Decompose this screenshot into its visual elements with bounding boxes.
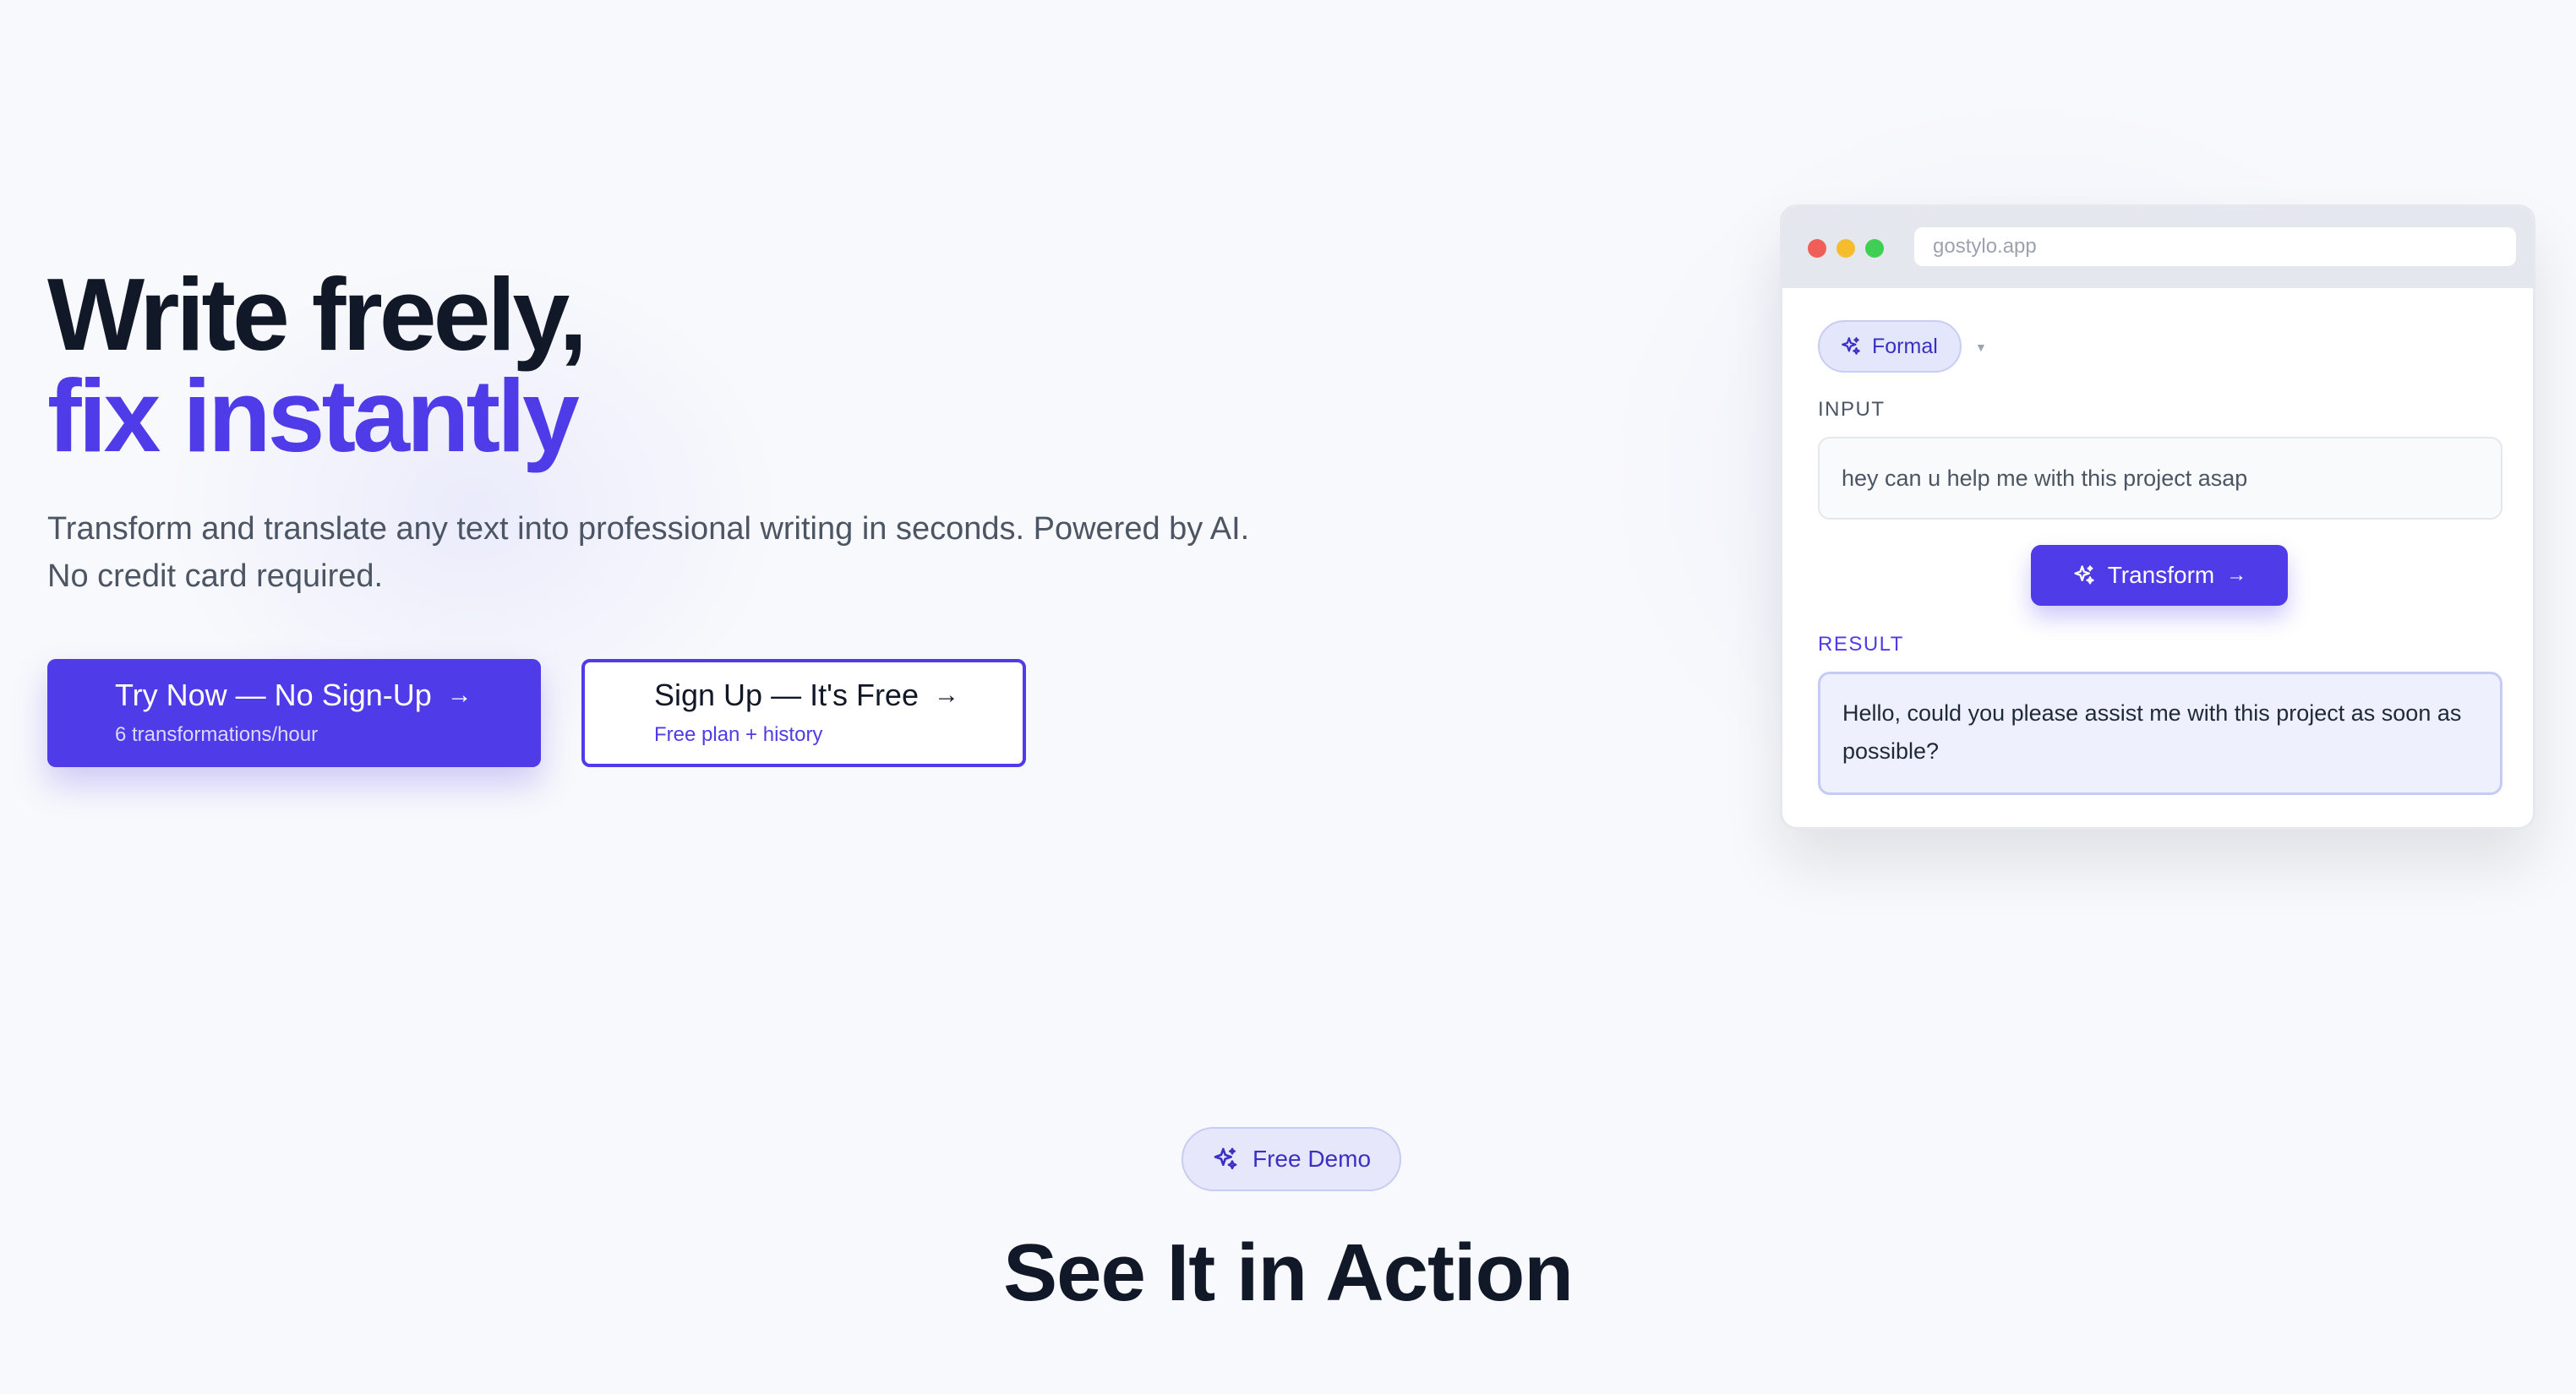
result-label: RESULT	[1818, 633, 1904, 656]
free-demo-label: Free Demo	[1252, 1146, 1372, 1172]
arrow-right-icon: →	[446, 681, 472, 709]
hero-section: Write freely, fix instantly Transform an…	[0, 0, 2576, 1019]
sign-up-note: Free plan + history	[654, 723, 823, 746]
transform-label: Transform	[2107, 562, 2215, 588]
hero-title-line1: Write freely,	[47, 257, 587, 372]
input-label: INPUT	[1818, 398, 1886, 421]
free-demo-badge: Free Demo	[1182, 1127, 1401, 1191]
arrow-right-icon: →	[2226, 564, 2247, 586]
input-text-field[interactable]: hey can u help me with this project asap	[1818, 437, 2502, 520]
try-now-note: 6 transformations/hour	[115, 723, 319, 746]
app-preview-window: gostylo.app Formal ▼ INPUT hey can u hel…	[1780, 204, 2535, 830]
sparkles-icon	[2074, 565, 2094, 585]
hero-title: Write freely, fix instantly	[47, 257, 587, 473]
section-title: See It in Action	[1003, 1228, 1574, 1318]
hero-title-line2: fix instantly	[47, 358, 580, 473]
sign-up-button[interactable]: Sign Up — It's Free → Free plan + histor…	[581, 659, 1026, 767]
sparkles-icon	[1842, 337, 1860, 355]
try-now-button[interactable]: Try Now — No Sign-Up → 6 transformations…	[47, 659, 541, 767]
sign-up-label-row: Sign Up — It's Free →	[654, 677, 1023, 714]
address-bar: gostylo.app	[1914, 227, 2516, 266]
tone-label: Formal	[1872, 334, 1938, 358]
hero-subtitle: Transform and translate any text into pr…	[47, 511, 1250, 594]
sparkles-icon	[1214, 1147, 1237, 1169]
transform-button[interactable]: Transform →	[2031, 545, 2288, 606]
sign-up-label: Sign Up — It's Free	[654, 678, 919, 712]
window-close-dot	[1808, 239, 1826, 258]
browser-toolbar: gostylo.app	[1782, 207, 2533, 288]
window-maximize-dot	[1865, 239, 1884, 258]
chevron-down-icon[interactable]: ▼	[1975, 340, 1987, 354]
tone-selector[interactable]: Formal	[1818, 320, 1962, 373]
result-output: Hello, could you please assist me with t…	[1818, 672, 2502, 795]
arrow-right-icon: →	[933, 681, 959, 709]
window-minimize-dot	[1836, 239, 1855, 258]
try-now-label: Try Now — No Sign-Up	[115, 678, 432, 712]
try-now-label-row: Try Now — No Sign-Up →	[115, 677, 541, 714]
